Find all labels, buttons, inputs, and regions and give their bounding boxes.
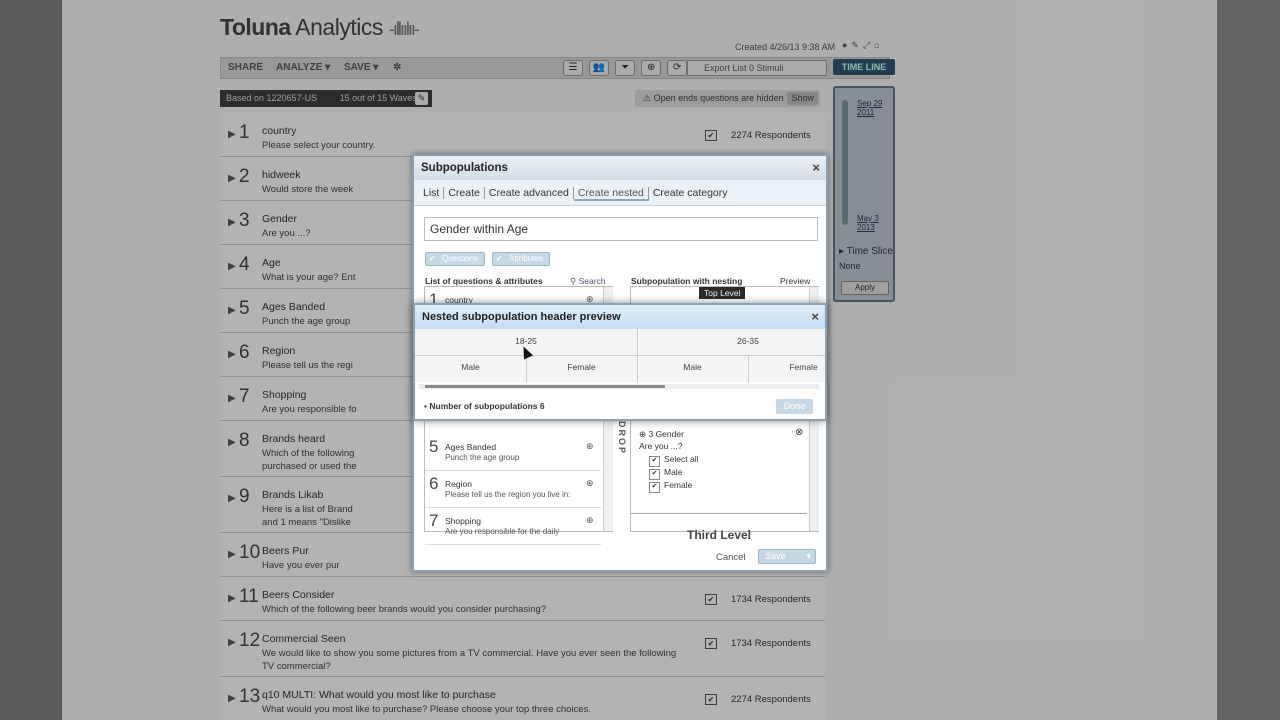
add-item-icon[interactable]: ⊕ [586,515,594,526]
subpopulation-count: ▪ Number of subpopulations 6 [424,401,545,411]
sub-header-cell: Female [789,362,818,372]
item-subtitle: Punch the age group [445,453,520,462]
list-label: List of questions & attributes [425,276,543,286]
preview-link[interactable]: Preview [780,276,810,286]
list-item[interactable]: 6 Region Please tell us the region you liv… [425,471,601,508]
grid-divider [415,355,825,356]
sub-header-cell: Male [683,362,702,372]
top-level-label: Top Level [699,287,746,299]
close-icon[interactable]: × [812,156,820,180]
tab-list[interactable]: List [419,187,445,199]
done-button[interactable]: Done [776,399,813,414]
item-number: 6 [429,474,439,493]
preview-scrollbar[interactable] [419,384,819,389]
gender-subtitle: Are you ...? [639,441,683,451]
tab-create-category[interactable]: Create category [649,187,732,199]
tab-create[interactable]: Create [444,187,485,199]
cancel-button[interactable]: Cancel [716,552,746,563]
drop-zone-label: DROP [617,421,627,456]
sub-header-cell: Male [461,362,480,372]
group-header-26-35: 26-35 [737,336,759,346]
item-title: Shopping [445,516,481,526]
dialog-tabs: List Create Create advanced Create nested Cr… [414,180,826,206]
preview-title: Nested subpopulation header preview [422,311,621,323]
preview-header: Nested subpopulation header preview × [415,305,825,329]
list-item[interactable]: 7 Shopping Are you responsible for the dai… [425,508,601,545]
list-item[interactable]: 5 Ages Banded Punch the age group ⊕ [425,434,601,471]
item-number: 5 [429,437,439,456]
third-level-label: Third Level [631,513,807,542]
item-subtitle: Are you responsible for the daily [445,527,560,536]
nested-header-preview-dialog: Nested subpopulation header preview × 18… [413,303,827,421]
preview-close-icon[interactable]: × [811,305,819,329]
nesting-label: Subpopulation with nesting [631,276,743,286]
save-label: Save [765,551,786,561]
tab-create-nested[interactable]: Create nested [573,187,649,201]
sub-header-cell: Female [567,362,596,372]
count-label: ▪ Number of subpopulations [424,401,538,411]
item-title: Region [445,479,472,489]
save-button[interactable]: Save ▾ [758,549,816,564]
add-item-icon[interactable]: ⊕ [586,441,594,452]
attributes-checkbox[interactable]: Attributes [492,252,550,266]
questions-checkbox[interactable]: Questions [425,252,486,266]
add-item-icon[interactable]: ⊕ [586,478,594,489]
chevron-down-icon[interactable]: ▾ [806,550,811,563]
preview-header-grid: 18-25 26-35 Male Female Male Female [415,329,825,382]
male-checkbox[interactable]: Male [649,467,682,480]
gender-title: ⊕ 3 Gender [639,429,684,439]
item-subtitle: Please tell us the region you live in: [445,490,571,499]
count-value: 6 [539,401,545,411]
tab-create-advanced[interactable]: Create advanced [484,187,574,199]
scrollbar-thumb[interactable] [425,385,665,388]
select-all-checkbox[interactable]: Select all [649,454,699,467]
subpopulation-name-input[interactable]: Gender within Age [424,217,818,241]
remove-level-icon[interactable]: ⊗ [795,427,803,438]
female-checkbox[interactable]: Female [649,480,692,493]
item-title: Ages Banded [445,442,497,452]
dialog-title: Subpopulations [421,162,508,174]
dialog-header: Subpopulations × [414,156,826,180]
item-number: 7 [429,511,439,530]
